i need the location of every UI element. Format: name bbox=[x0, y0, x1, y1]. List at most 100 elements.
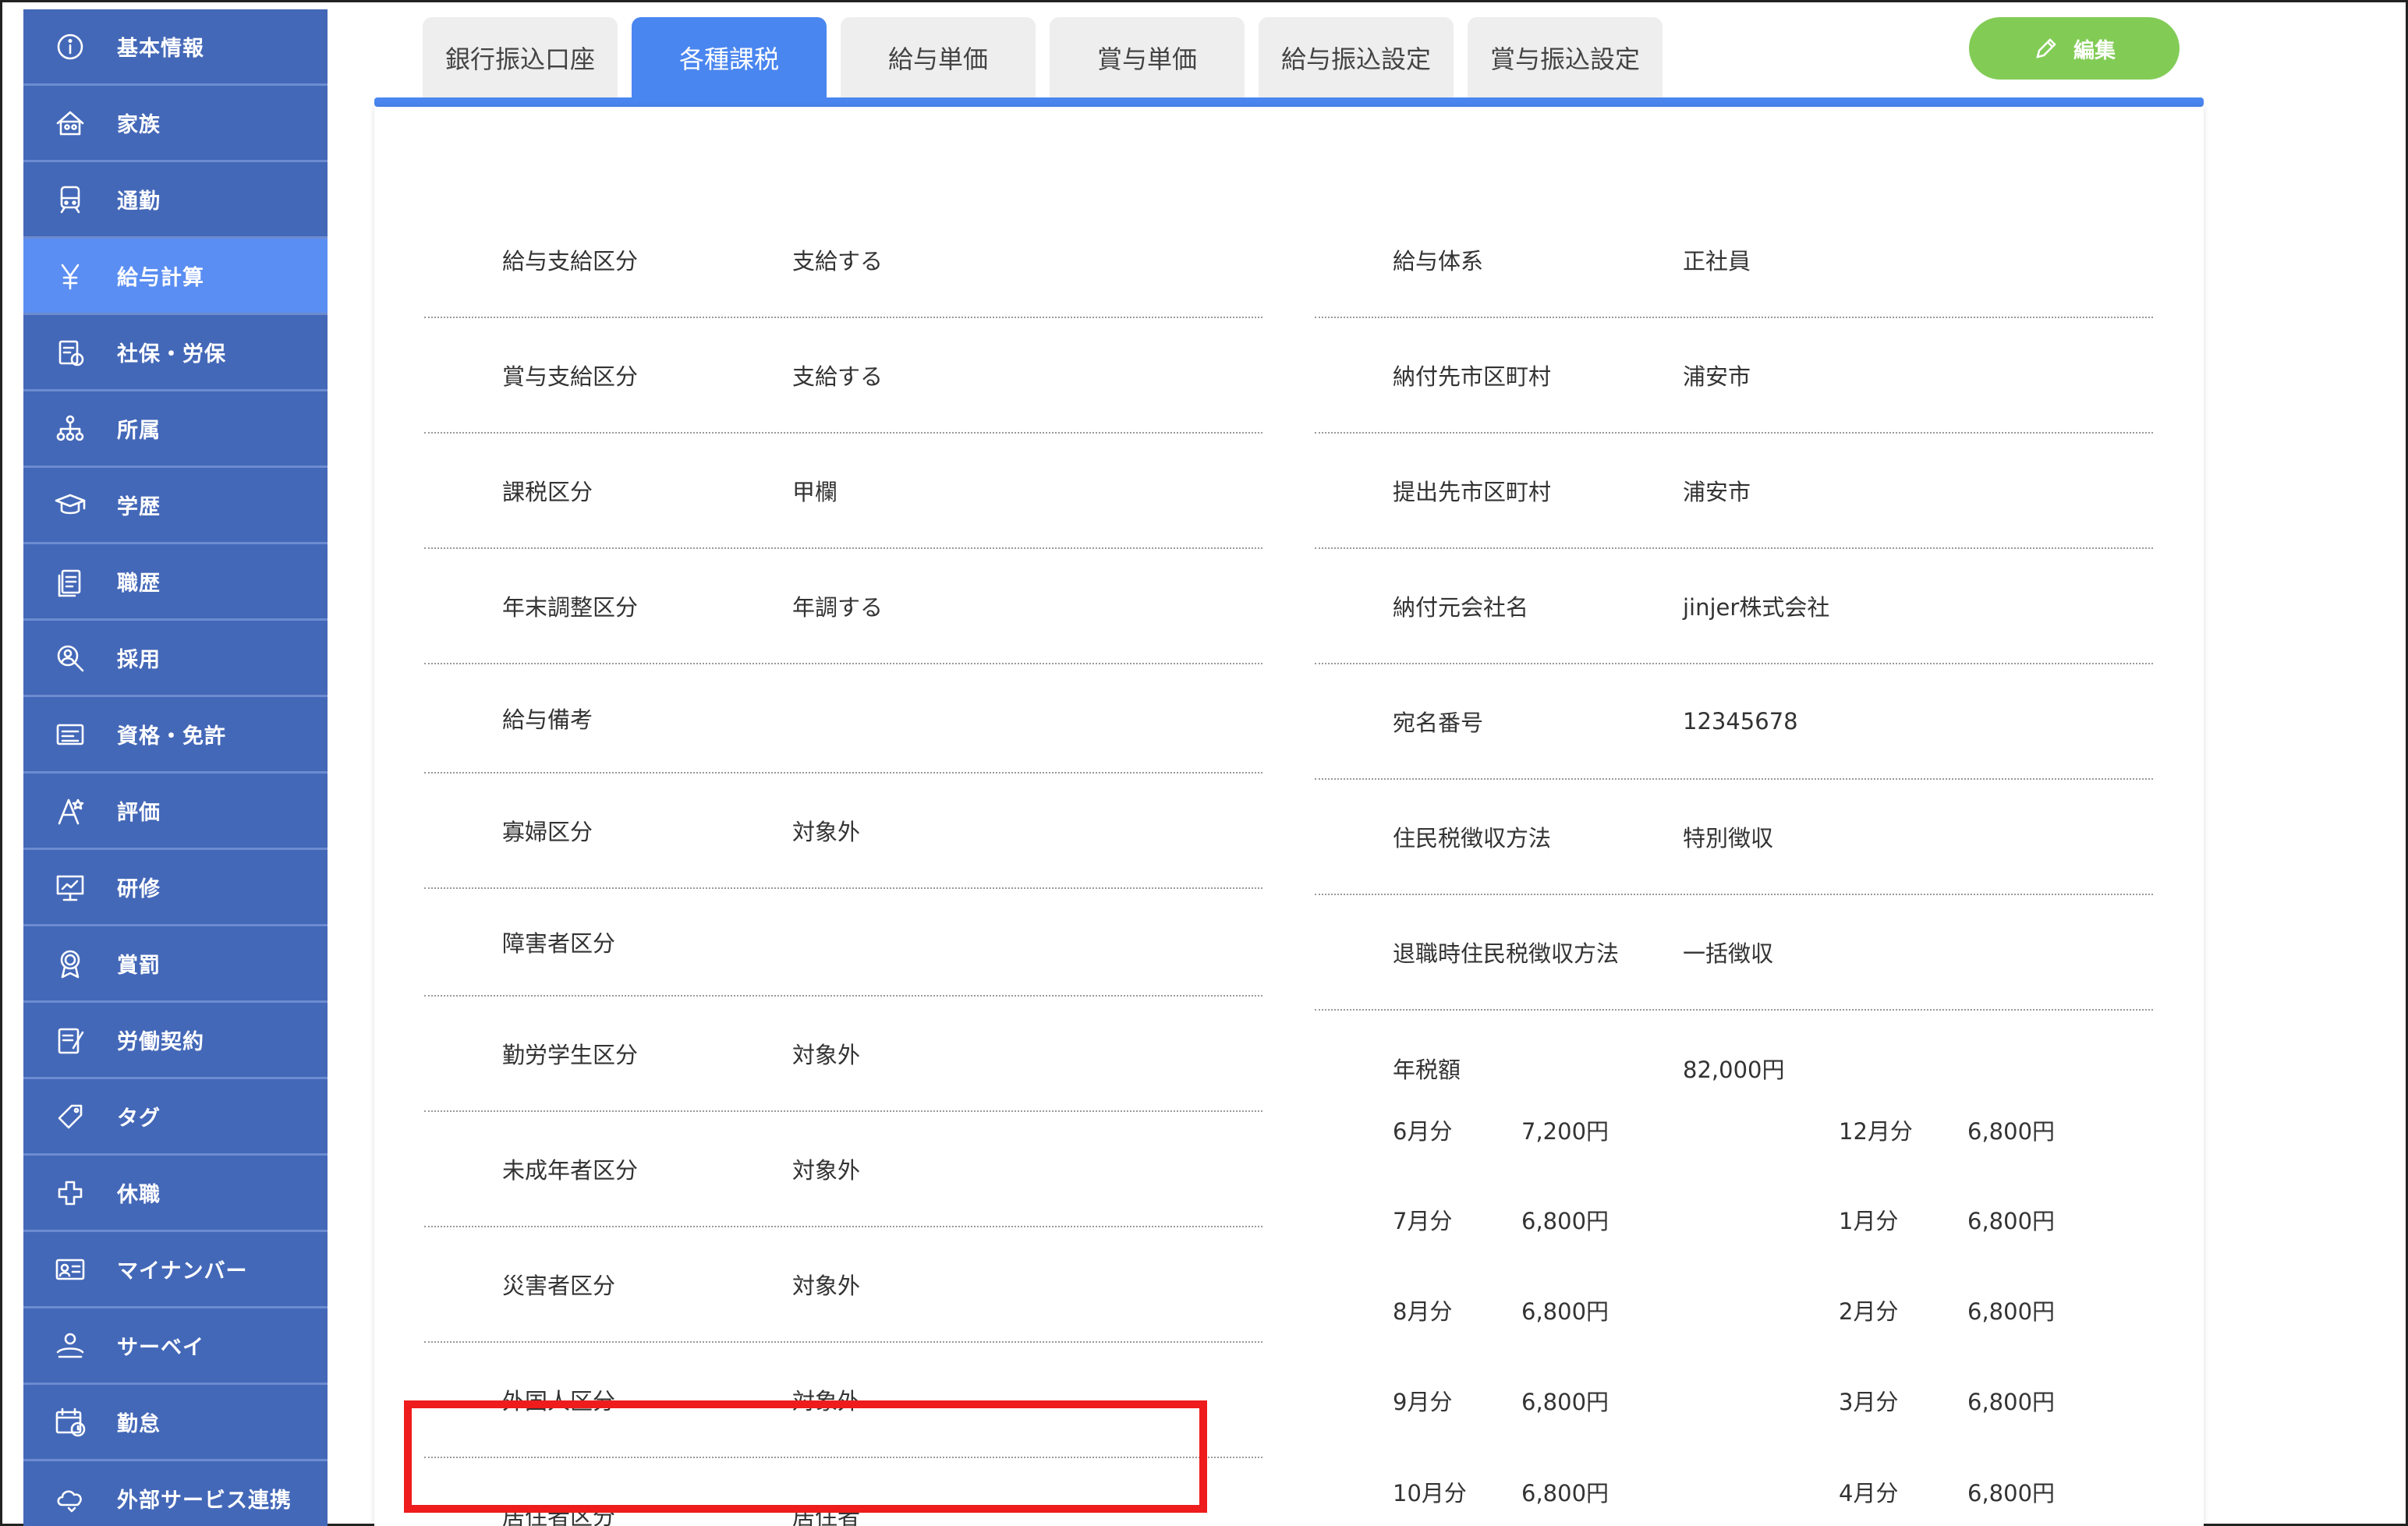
field-label: 課税区分 bbox=[502, 479, 593, 505]
monthly-amount-row: 10月分 6,800円 bbox=[1393, 1476, 1705, 1507]
tab-salary-transfer-settings[interactable]: 給与振込設定 bbox=[1259, 17, 1454, 98]
tab-bonus-unit-price[interactable]: 賞与単価 bbox=[1050, 17, 1245, 98]
recruit-search-icon bbox=[47, 635, 94, 682]
sidebar-item-payroll[interactable]: 給与計算 bbox=[23, 239, 328, 315]
sidebar-item-career[interactable]: 職歴 bbox=[23, 544, 328, 621]
tab-bank-transfer-account[interactable]: 銀行振込口座 bbox=[423, 17, 618, 98]
field-row: 年末調整区分 年調する bbox=[424, 549, 1262, 664]
field-value: 対象外 bbox=[792, 1273, 861, 1299]
field-value: 対象外 bbox=[792, 1042, 861, 1068]
month-amount: 6,800円 bbox=[1521, 1208, 1609, 1234]
sidebar-item-insurance[interactable]: 社保・労保 bbox=[23, 315, 328, 391]
field-label: 住民税徴収方法 bbox=[1393, 825, 1552, 852]
field-label: 災害者区分 bbox=[502, 1273, 616, 1299]
evaluation-icon bbox=[47, 788, 94, 834]
id-card-icon bbox=[47, 1246, 94, 1293]
sidebar-item-license[interactable]: 資格・免許 bbox=[23, 697, 328, 774]
field-value: 特別徴収 bbox=[1683, 825, 1774, 852]
tag-icon bbox=[47, 1093, 94, 1140]
tab-salary-unit-price[interactable]: 給与単価 bbox=[841, 17, 1036, 98]
field-label: 給与体系 bbox=[1393, 248, 1484, 274]
field-value: 支給する bbox=[792, 248, 884, 274]
field-label: 納付元会社名 bbox=[1393, 594, 1529, 621]
sidebar-item-label: 賞罰 bbox=[117, 954, 161, 978]
field-value: 浦安市 bbox=[1683, 363, 1751, 390]
highlight-box bbox=[404, 1400, 1207, 1513]
field-label: 障害者区分 bbox=[502, 930, 616, 957]
month-label: 9月分 bbox=[1393, 1389, 1453, 1415]
tab-various-taxation[interactable]: 各種課税 bbox=[632, 17, 827, 98]
sidebar-item-basic-info[interactable]: 基本情報 bbox=[23, 9, 328, 86]
yen-icon bbox=[47, 253, 94, 299]
sidebar-item-recruitment[interactable]: 採用 bbox=[23, 621, 328, 697]
monthly-amount-row: 4月分 6,800円 bbox=[1839, 1476, 2151, 1507]
sidebar-item-my-number[interactable]: マイナンバー bbox=[23, 1232, 328, 1308]
monthly-amount-row: 1月分 6,800円 bbox=[1839, 1204, 2151, 1235]
monthly-amount-row: 8月分 6,800円 bbox=[1393, 1294, 1705, 1326]
sidebar-item-label: タグ bbox=[117, 1106, 161, 1131]
sidebar-item-label: 勤怠 bbox=[117, 1412, 161, 1436]
sidebar-item-rewards-penalties[interactable]: 賞罰 bbox=[23, 926, 328, 1003]
monthly-amount-row: 6月分 7,200円 bbox=[1393, 1114, 1705, 1145]
sidebar-item-label: 職歴 bbox=[117, 572, 161, 596]
sidebar-item-affiliation[interactable]: 所属 bbox=[23, 391, 328, 468]
tab-bar: 銀行振込口座 各種課税 給与単価 賞与単価 給与振込設定 賞与振込設定 bbox=[423, 17, 1663, 98]
field-value: 対象外 bbox=[792, 1157, 861, 1184]
license-card-icon bbox=[47, 711, 94, 758]
sidebar-item-label: 給与計算 bbox=[117, 266, 204, 290]
field-label: 年税額 bbox=[1393, 1057, 1461, 1083]
calendar-clock-icon bbox=[47, 1399, 94, 1446]
sidebar-item-tag[interactable]: タグ bbox=[23, 1079, 328, 1156]
field-row: 賞与支給区分 支給する bbox=[424, 318, 1262, 434]
field-value: 浦安市 bbox=[1683, 479, 1751, 505]
training-board-icon bbox=[47, 864, 94, 911]
sidebar-item-attendance[interactable]: 勤怠 bbox=[23, 1385, 328, 1461]
edit-button[interactable]: 編集 bbox=[1969, 17, 2180, 80]
sidebar-item-commute[interactable]: 通勤 bbox=[23, 162, 328, 239]
field-value: 支給する bbox=[792, 363, 884, 390]
edit-button-label: 編集 bbox=[2073, 38, 2116, 62]
sidebar-item-family[interactable]: 家族 bbox=[23, 86, 328, 162]
field-row: 給与備考 bbox=[424, 664, 1262, 774]
month-amount: 6,800円 bbox=[1967, 1208, 2056, 1234]
tab-underline bbox=[374, 97, 2204, 107]
sidebar-item-label: 学歴 bbox=[117, 495, 161, 519]
sidebar-item-external-services[interactable]: 外部サービス連携 bbox=[23, 1461, 328, 1526]
sidebar-item-education[interactable]: 学歴 bbox=[23, 468, 328, 544]
sidebar-item-labor-contract[interactable]: 労働契約 bbox=[23, 1003, 328, 1079]
train-icon bbox=[47, 176, 94, 223]
field-label: 給与備考 bbox=[502, 706, 593, 733]
field-label: 未成年者区分 bbox=[502, 1157, 639, 1184]
field-value: 82,000円 bbox=[1683, 1057, 1785, 1083]
sidebar-item-label: 外部サービス連携 bbox=[117, 1489, 292, 1513]
monthly-amount-row: 2月分 6,800円 bbox=[1839, 1294, 2151, 1326]
sidebar-item-label: 所属 bbox=[117, 419, 161, 443]
sidebar-item-training[interactable]: 研修 bbox=[23, 850, 328, 926]
sidebar-item-label: 研修 bbox=[117, 877, 161, 901]
monthly-amount-row: 9月分 6,800円 bbox=[1393, 1385, 1705, 1416]
sidebar-item-leave[interactable]: 休職 bbox=[23, 1156, 328, 1232]
graduation-cap-icon bbox=[47, 482, 94, 529]
info-icon bbox=[47, 23, 94, 70]
sidebar-item-label: 社保・労保 bbox=[117, 342, 226, 366]
monthly-amount-row: 7月分 6,800円 bbox=[1393, 1204, 1705, 1235]
sidebar-item-label: マイナンバー bbox=[117, 1259, 248, 1283]
field-label: 勤労学生区分 bbox=[502, 1042, 639, 1068]
award-medal-icon bbox=[47, 940, 94, 987]
month-amount: 7,200円 bbox=[1521, 1118, 1609, 1145]
field-row: 年税額 82,000円 bbox=[1315, 1011, 2153, 1126]
field-row: 給与支給区分 支給する bbox=[424, 203, 1262, 318]
field-value: 甲欄 bbox=[792, 479, 838, 505]
month-label: 4月分 bbox=[1839, 1480, 1899, 1507]
month-label: 12月分 bbox=[1839, 1118, 1913, 1145]
month-label: 10月分 bbox=[1393, 1480, 1467, 1507]
tab-bonus-transfer-settings[interactable]: 賞与振込設定 bbox=[1468, 17, 1663, 98]
field-row: 障害者区分 bbox=[424, 889, 1262, 997]
field-label: 退職時住民税徴収方法 bbox=[1393, 940, 1620, 967]
org-chart-icon bbox=[47, 405, 94, 452]
sidebar-item-evaluation[interactable]: 評価 bbox=[23, 774, 328, 850]
field-value: jinjer株式会社 bbox=[1683, 594, 1830, 621]
sidebar-item-survey[interactable]: サーベイ bbox=[23, 1308, 328, 1385]
family-icon bbox=[47, 100, 94, 147]
field-row: 宛名番号 12345678 bbox=[1315, 664, 2153, 780]
